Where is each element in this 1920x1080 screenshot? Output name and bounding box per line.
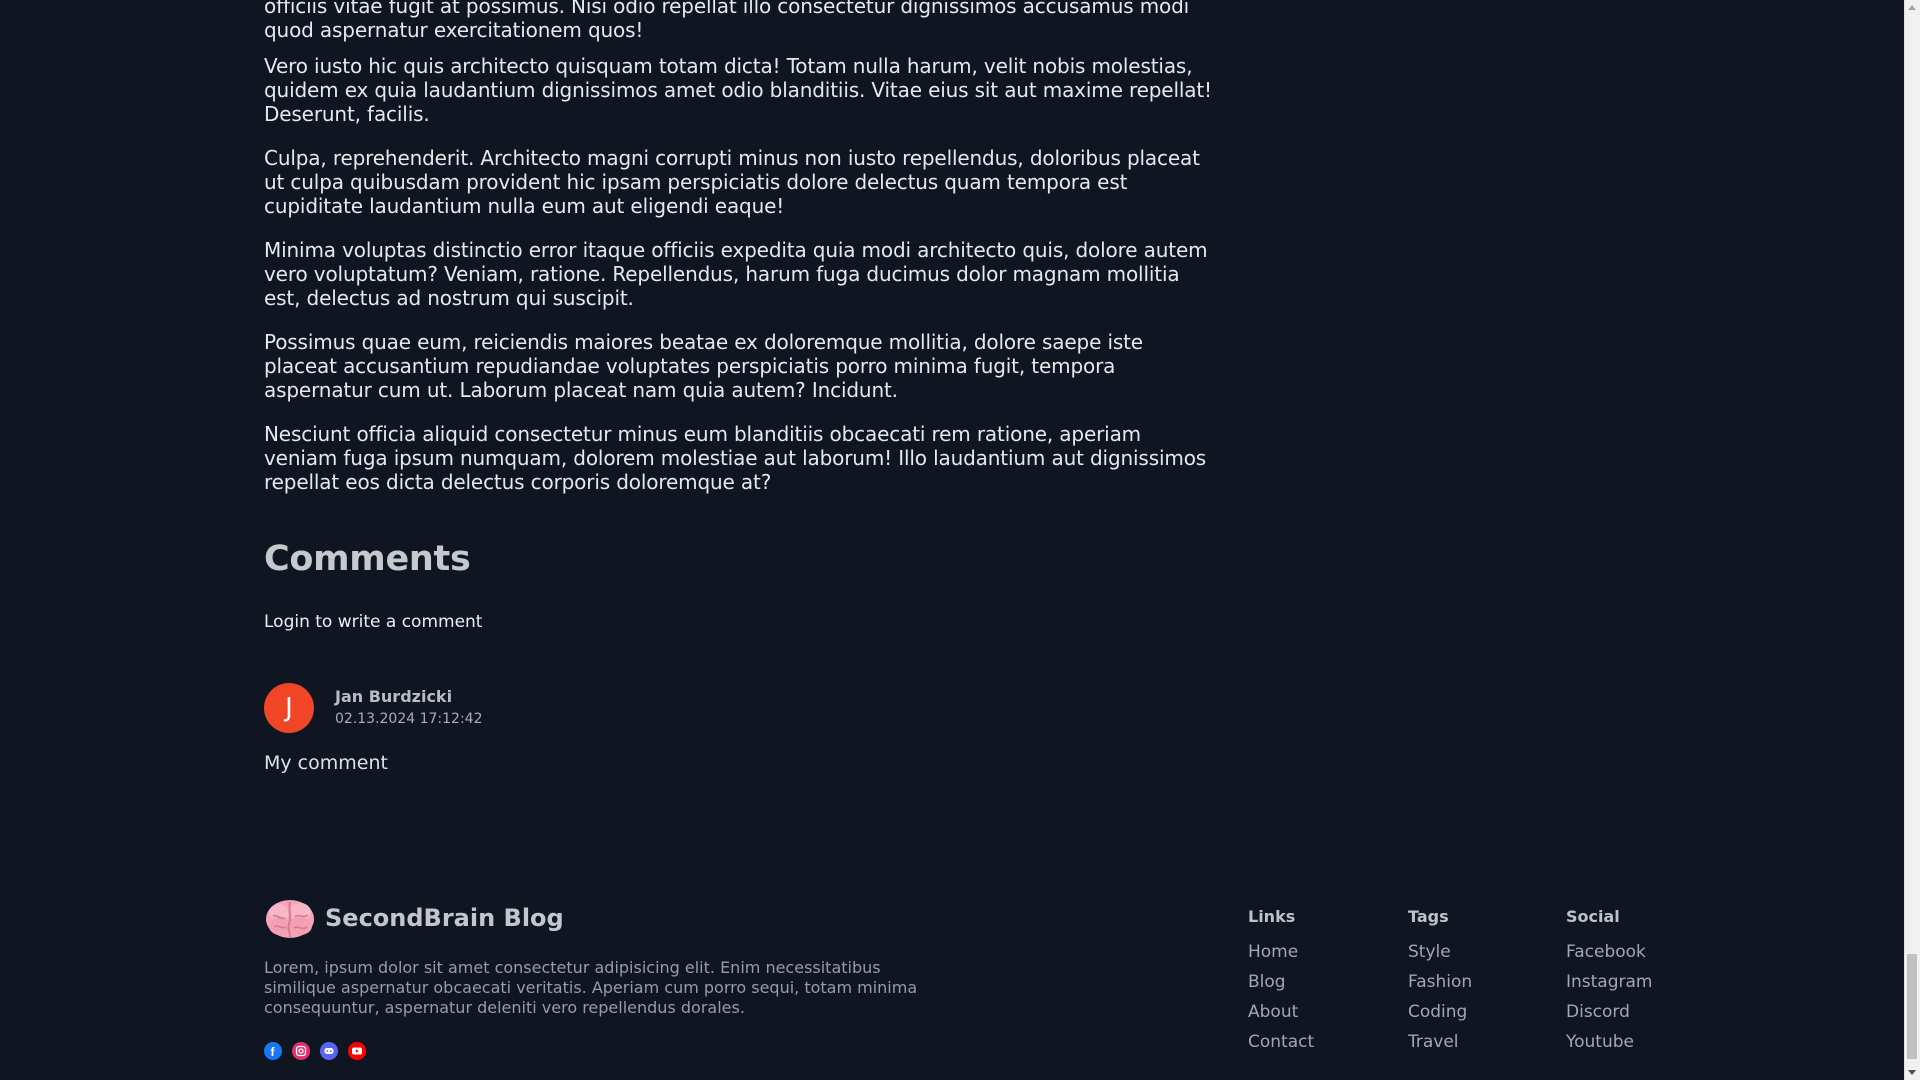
footer-tag-style[interactable]: Style	[1408, 937, 1472, 967]
comment-text: My comment	[264, 752, 388, 774]
login-to-comment-link[interactable]: Login to write a comment	[264, 612, 482, 632]
footer-tag-travel[interactable]: Travel	[1408, 1027, 1472, 1057]
discord-icon[interactable]	[320, 1042, 338, 1060]
youtube-icon[interactable]	[348, 1042, 366, 1060]
article-paragraph: Possimus quae eum, reiciendis maiores be…	[264, 330, 1143, 402]
article-paragraph: Minima voluptas distinctio error itaque …	[264, 238, 1208, 310]
footer-link-about[interactable]: About	[1248, 997, 1314, 1027]
brain-icon	[266, 900, 314, 939]
page: officiis vitae fugit at possimus. Nisi o…	[0, 0, 1920, 1080]
footer-social-facebook[interactable]: Facebook	[1566, 937, 1653, 967]
avatar: J	[264, 683, 314, 733]
instagram-icon[interactable]	[292, 1042, 310, 1060]
footer-social-instagram[interactable]: Instagram	[1566, 967, 1653, 997]
footer-link-home[interactable]: Home	[1248, 937, 1314, 967]
footer-tag-coding[interactable]: Coding	[1408, 997, 1472, 1027]
footer-links-column: Links Home Blog About Contact	[1248, 905, 1314, 1057]
footer-column-title: Tags	[1408, 907, 1449, 926]
comments-title: Comments	[264, 539, 471, 579]
footer-social-youtube[interactable]: Youtube	[1566, 1027, 1653, 1057]
social-icons: f	[264, 1042, 366, 1060]
scroll-up-arrow-icon[interactable]	[1908, 5, 1916, 10]
article-paragraph: Culpa, reprehenderit. Architecto magni c…	[264, 146, 1200, 218]
footer-social-discord[interactable]: Discord	[1566, 997, 1653, 1027]
footer-description: Lorem, ipsum dolor sit amet consectetur …	[264, 958, 918, 1017]
footer-tag-fashion[interactable]: Fashion	[1408, 967, 1472, 997]
footer-social-column: Social Facebook Instagram Discord Youtub…	[1566, 905, 1653, 1057]
footer-column-title: Links	[1248, 907, 1296, 926]
article-paragraph: Nesciunt officia aliquid consectetur min…	[264, 422, 1207, 494]
brand-name: SecondBrain Blog	[325, 904, 564, 932]
footer-column-title: Social	[1566, 907, 1620, 926]
comment-date: 02.13.2024 17:12:42	[335, 711, 483, 727]
scrollbar-thumb[interactable]	[1907, 954, 1917, 1059]
comment-author: Jan Burdzicki	[335, 687, 453, 706]
svg-text:f: f	[271, 1045, 276, 1059]
facebook-icon[interactable]: f	[264, 1042, 282, 1060]
vertical-scrollbar[interactable]	[1904, 0, 1920, 1080]
footer-link-contact[interactable]: Contact	[1248, 1027, 1314, 1057]
article-paragraph: officiis vitae fugit at possimus. Nisi o…	[264, 0, 1190, 42]
footer-tags-column: Tags Style Fashion Coding Travel	[1408, 905, 1472, 1057]
footer-link-blog[interactable]: Blog	[1248, 967, 1314, 997]
scroll-down-arrow-icon[interactable]	[1908, 1070, 1916, 1075]
article-paragraph: Vero iusto hic quis architecto quisquam …	[264, 54, 1212, 126]
